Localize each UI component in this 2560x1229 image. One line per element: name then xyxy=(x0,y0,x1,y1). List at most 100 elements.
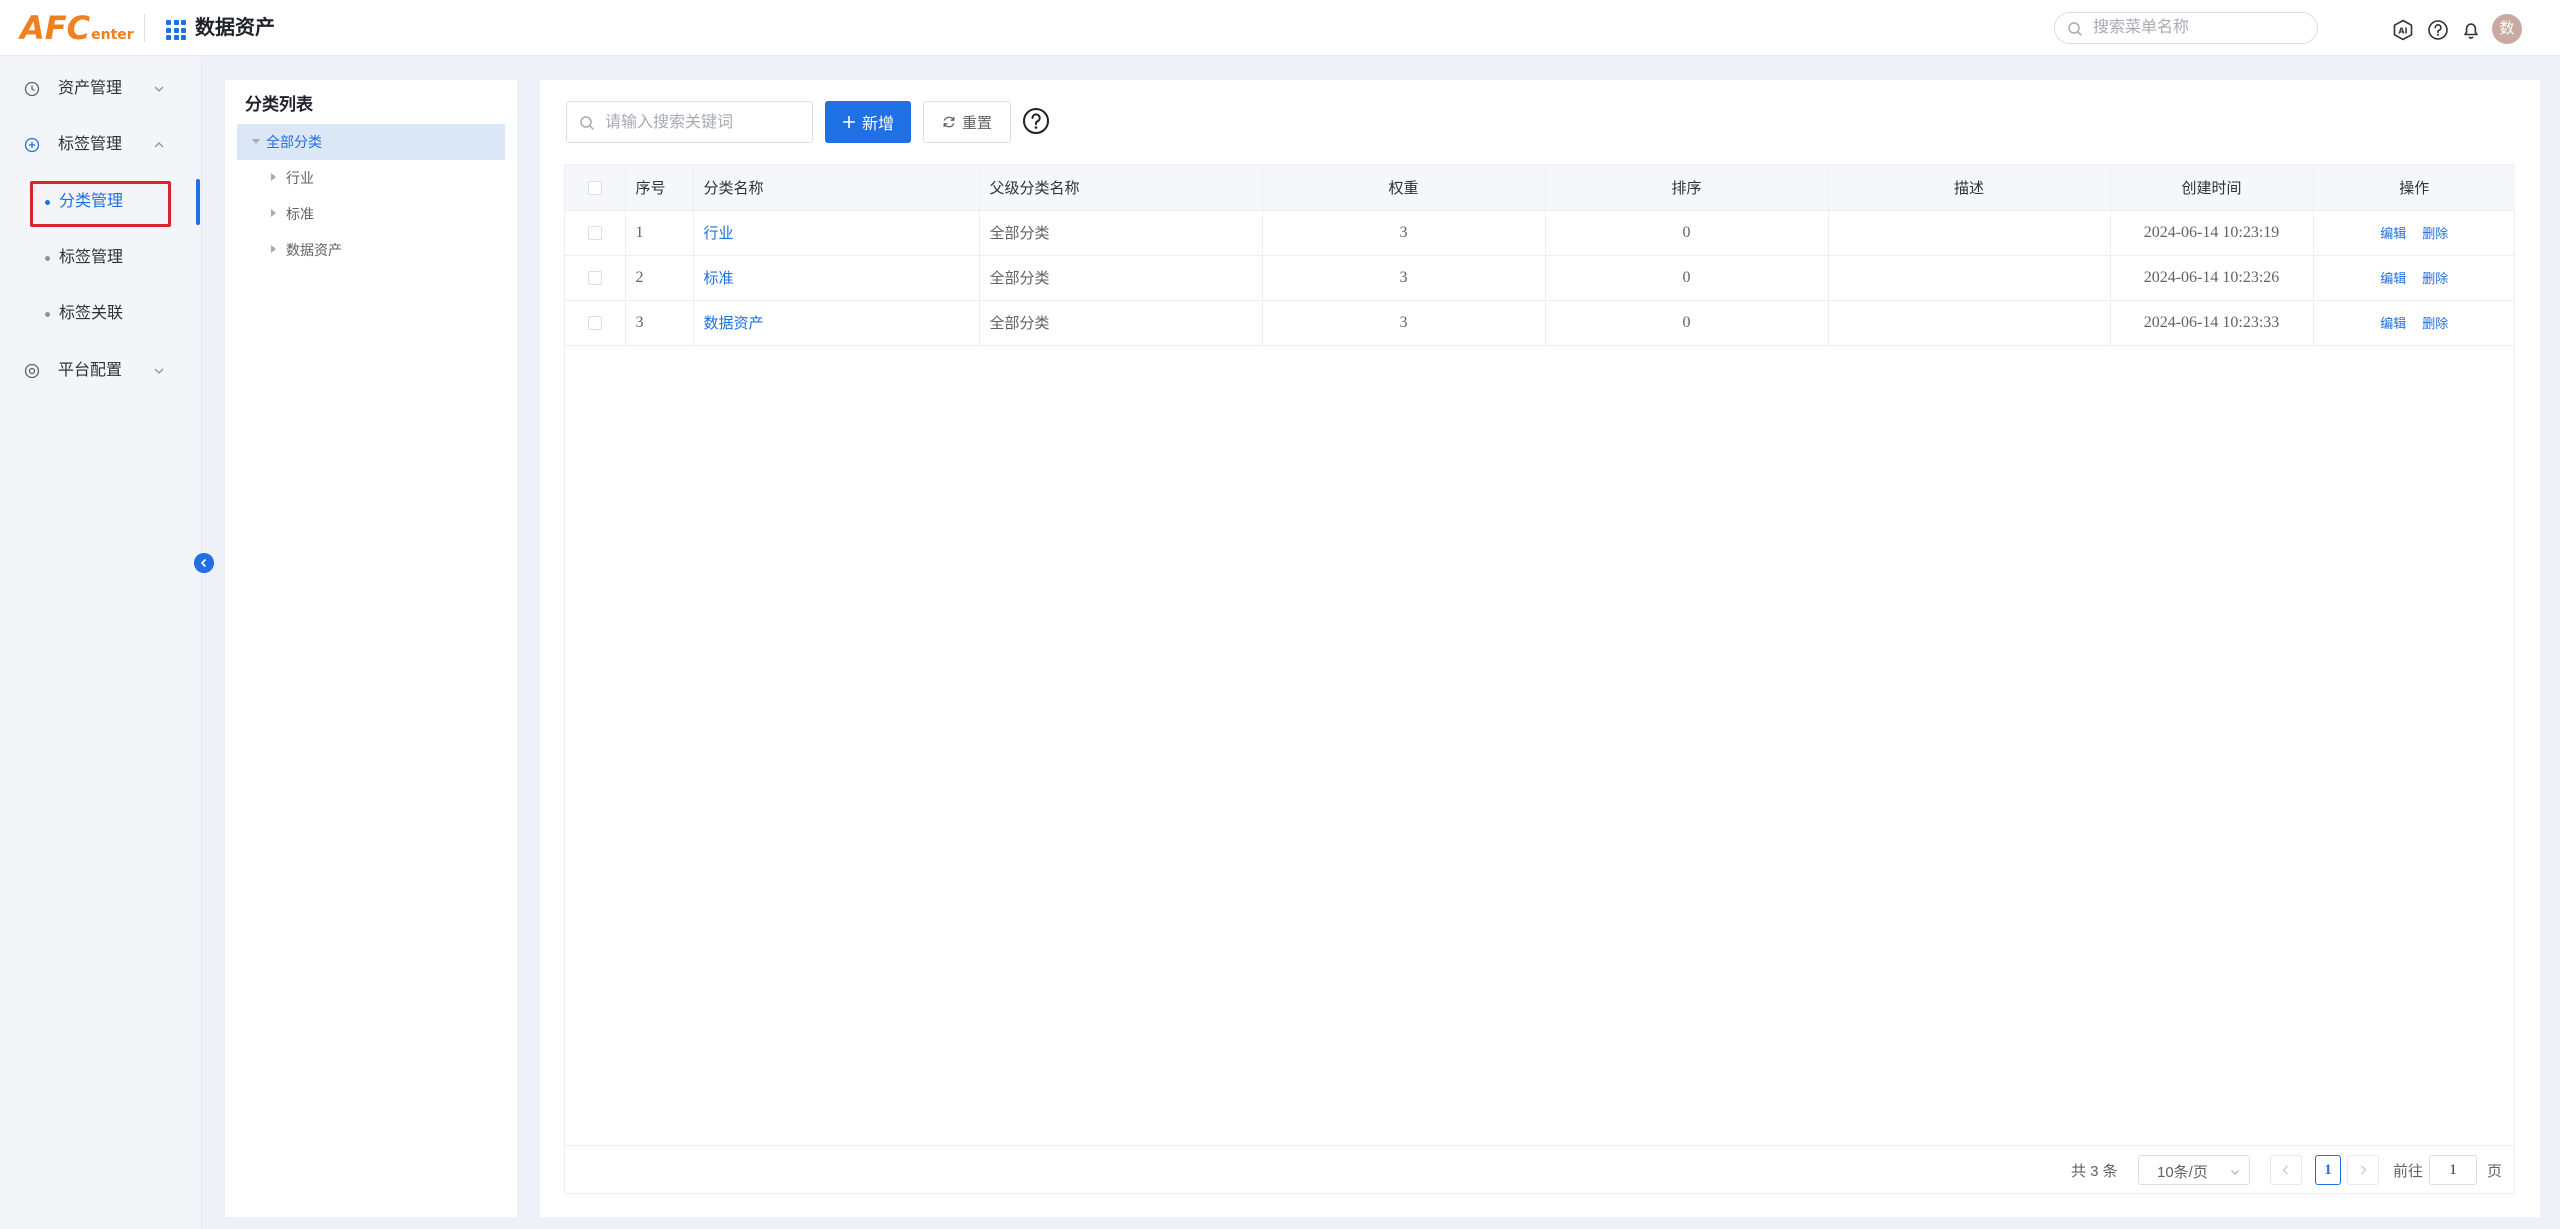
cell-name-link[interactable]: 标准 xyxy=(693,255,980,301)
goto-label: 前往 xyxy=(2393,1163,2424,1180)
edit-link[interactable]: 编辑 xyxy=(2380,226,2406,241)
bullet-dot xyxy=(45,312,50,317)
app-title: 数据资产 xyxy=(195,17,275,39)
cell-created: 2024-06-14 10:23:33 xyxy=(2110,300,2314,346)
cell-parent: 全部分类 xyxy=(979,300,1263,346)
search-icon xyxy=(2068,22,2082,36)
sidebar: 资产管理 标签管理 分类管理 标签管理 标签关联 平台配置 xyxy=(0,57,202,1229)
plus-icon xyxy=(842,116,855,128)
add-button-label: 新增 xyxy=(861,116,894,133)
delete-link[interactable]: 删除 xyxy=(2422,316,2448,331)
sidebar-item-label: 标签管理 xyxy=(59,249,124,266)
sidebar-group-asset-management[interactable]: 资产管理 xyxy=(0,69,200,109)
add-button[interactable]: 新增 xyxy=(825,101,911,143)
caret-right-icon[interactable] xyxy=(271,173,276,181)
help-icon[interactable] xyxy=(2427,19,2449,41)
table-header-row: 序号 分类名称 父级分类名称 权重 排序 描述 创建时间 操作 xyxy=(565,165,2515,211)
target-icon xyxy=(24,363,40,379)
logo-main: AFC xyxy=(20,9,91,47)
ai-assistant-icon[interactable]: AI xyxy=(2392,19,2414,41)
user-avatar[interactable]: 数 xyxy=(2492,14,2522,44)
cell-parent: 全部分类 xyxy=(979,210,1263,256)
column-header-weight: 权重 xyxy=(1262,165,1546,211)
cell-name-link[interactable]: 数据资产 xyxy=(693,300,980,346)
sidebar-item-label: 标签关联 xyxy=(59,305,124,322)
pagination: 共 3 条 10条/页 1 前往 1 页 xyxy=(565,1145,2514,1193)
edit-link[interactable]: 编辑 xyxy=(2380,271,2406,286)
sidebar-item-tag-management[interactable]: 标签管理 xyxy=(30,238,170,278)
goto-page-input[interactable]: 1 xyxy=(2429,1155,2477,1185)
column-header-index: 序号 xyxy=(625,165,694,211)
chevron-down-icon xyxy=(154,86,164,92)
tree-node-all-categories[interactable]: 全部分类 xyxy=(237,124,505,160)
sidebar-group-label: 平台配置 xyxy=(58,362,123,379)
checkbox[interactable] xyxy=(587,315,602,330)
app-grid-icon[interactable] xyxy=(166,20,186,40)
reset-button[interactable]: 重置 xyxy=(923,101,1011,143)
search-icon xyxy=(580,116,594,130)
caret-down-icon[interactable] xyxy=(252,139,260,144)
keyword-search[interactable] xyxy=(566,101,813,143)
edit-link[interactable]: 编辑 xyxy=(2380,316,2406,331)
tree-node-label: 标准 xyxy=(286,206,314,222)
cell-weight: 3 xyxy=(1262,210,1546,256)
logo-sub: enter xyxy=(91,27,134,43)
sidebar-group-platform-config[interactable]: 平台配置 xyxy=(0,351,200,391)
prev-page-button[interactable] xyxy=(2270,1155,2302,1185)
tree-node-label: 全部分类 xyxy=(266,134,322,150)
row-checkbox-cell[interactable] xyxy=(565,210,626,256)
row-checkbox-cell[interactable] xyxy=(565,300,626,346)
collapse-sidebar-icon[interactable] xyxy=(194,553,214,573)
keyword-search-input[interactable] xyxy=(605,112,805,134)
checkbox[interactable] xyxy=(587,270,602,285)
category-name-link[interactable]: 行业 xyxy=(704,225,734,242)
category-name-link[interactable]: 数据资产 xyxy=(704,315,764,332)
table-row: 2 标准 全部分类 3 0 2024-06-14 10:23:26 编辑 删除 xyxy=(565,255,2515,301)
tree-node-industry[interactable]: 行业 xyxy=(237,160,505,196)
menu-search-input[interactable] xyxy=(2093,17,2303,39)
cell-index: 1 xyxy=(625,210,694,256)
afcenter-logo[interactable]: AFC enter xyxy=(20,10,134,46)
column-header-order: 排序 xyxy=(1545,165,1829,211)
chevron-down-icon xyxy=(2231,1170,2239,1175)
column-header-parent: 父级分类名称 xyxy=(979,165,1263,211)
bell-icon[interactable] xyxy=(2460,19,2482,41)
next-page-button[interactable] xyxy=(2347,1155,2379,1185)
chevron-left-icon xyxy=(2282,1165,2288,1175)
category-name-link[interactable]: 标准 xyxy=(704,270,734,287)
page-size-select[interactable]: 10条/页 xyxy=(2138,1155,2250,1185)
select-all-checkbox[interactable] xyxy=(565,165,626,211)
caret-right-icon[interactable] xyxy=(271,209,276,217)
cell-order: 0 xyxy=(1545,255,1829,301)
checkbox[interactable] xyxy=(587,180,602,195)
menu-search[interactable] xyxy=(2054,12,2318,44)
active-item-indicator xyxy=(196,179,200,225)
checkbox[interactable] xyxy=(587,225,602,240)
column-header-actions: 操作 xyxy=(2313,165,2515,211)
tree-node-data-asset[interactable]: 数据资产 xyxy=(237,232,505,268)
delete-link[interactable]: 删除 xyxy=(2422,271,2448,286)
row-checkbox-cell[interactable] xyxy=(565,255,626,301)
question-circle-icon[interactable] xyxy=(1022,107,1050,135)
cell-weight: 3 xyxy=(1262,255,1546,301)
cell-name-link[interactable]: 行业 xyxy=(693,210,980,256)
reset-button-label: 重置 xyxy=(961,114,992,132)
caret-right-icon[interactable] xyxy=(271,245,276,253)
cell-order: 0 xyxy=(1545,210,1829,256)
goto-unit: 页 xyxy=(2487,1163,2503,1180)
table-row: 3 数据资产 全部分类 3 0 2024-06-14 10:23:33 编辑 删除 xyxy=(565,300,2515,346)
active-item-highlight xyxy=(30,181,171,227)
column-header-description: 描述 xyxy=(1828,165,2111,211)
cell-description xyxy=(1828,210,2111,256)
cell-weight: 3 xyxy=(1262,300,1546,346)
tree-node-standard[interactable]: 标准 xyxy=(237,196,505,232)
cell-actions: 编辑 删除 xyxy=(2313,255,2515,301)
delete-link[interactable]: 删除 xyxy=(2422,226,2448,241)
clock-icon xyxy=(24,81,40,97)
sidebar-group-tag-management[interactable]: 标签管理 xyxy=(0,125,200,165)
header-divider xyxy=(144,14,145,42)
sidebar-item-tag-association[interactable]: 标签关联 xyxy=(30,294,170,334)
cell-created: 2024-06-14 10:23:19 xyxy=(2110,210,2314,256)
top-header: AFC enter 数据资产 AI 数 xyxy=(0,0,2560,56)
page-number-current[interactable]: 1 xyxy=(2315,1155,2341,1185)
